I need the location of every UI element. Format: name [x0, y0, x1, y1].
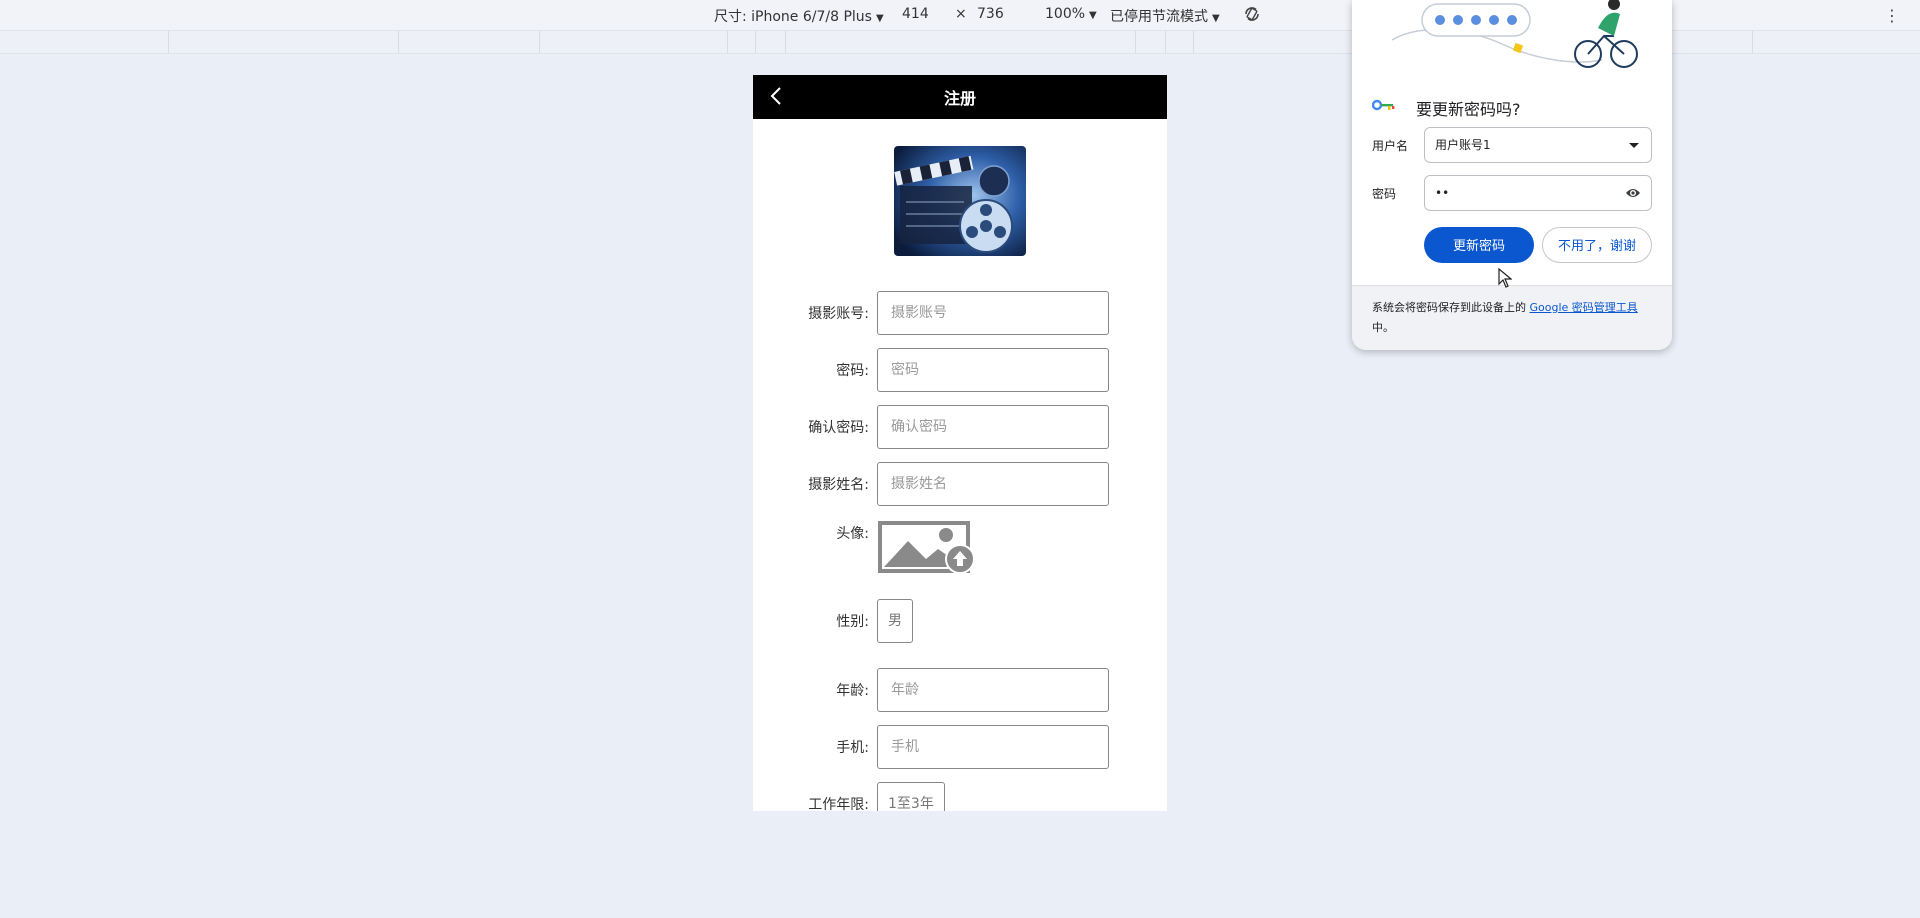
- key-icon: [1372, 99, 1395, 111]
- viewport-height[interactable]: 736: [977, 6, 1004, 22]
- name-label: 摄影姓名:: [808, 477, 869, 493]
- username-value: 用户账号1: [1435, 138, 1491, 152]
- form-row-account: 摄影账号: 摄影账号: [753, 291, 1167, 335]
- gender-label: 性别:: [836, 614, 869, 630]
- chevron-down-icon: ▼: [875, 13, 884, 24]
- form-row-phone: 手机: 手机: [753, 725, 1167, 769]
- eye-icon[interactable]: [1625, 186, 1641, 200]
- ruler-tick: [168, 31, 169, 53]
- password-value: ••: [1435, 186, 1450, 200]
- page-title: 注册: [943, 89, 976, 108]
- username-dropdown[interactable]: 用户账号1: [1424, 127, 1652, 163]
- form-row-work-years: 工作年限: 1至3年: [753, 782, 1167, 811]
- work-years-label: 工作年限:: [808, 797, 869, 811]
- age-input[interactable]: 年龄: [877, 668, 1109, 712]
- form-row-password: 密码: 密码: [753, 348, 1167, 392]
- ruler-tick: [1135, 31, 1136, 53]
- age-label: 年龄:: [836, 683, 869, 699]
- name-input[interactable]: 摄影姓名: [877, 462, 1109, 506]
- phone-input[interactable]: 手机: [877, 725, 1109, 769]
- mobile-viewport: 注册 摄影账号: 摄影账号 密码: 密码 确认密码: 确认密码 摄影姓名: 摄影…: [753, 75, 1167, 811]
- password-field-label: 密码: [1372, 187, 1397, 201]
- form-row-avatar: 头像:: [753, 519, 1167, 579]
- form-row-age: 年龄: 年龄: [753, 668, 1167, 712]
- nav-bar: 注册: [753, 75, 1167, 119]
- ruler-tick: [1165, 31, 1166, 53]
- update-password-button[interactable]: 更新密码: [1424, 227, 1534, 263]
- account-label: 摄影账号:: [808, 306, 869, 322]
- dimension-separator: ×: [955, 6, 967, 22]
- ruler-tick: [398, 31, 399, 53]
- dropdown-caret-icon: [1629, 143, 1639, 148]
- mouse-cursor-icon: [1498, 268, 1512, 288]
- image-upload-icon[interactable]: [878, 519, 976, 575]
- phone-label: 手机:: [836, 740, 869, 756]
- throttle-selector[interactable]: 已停用节流模式 ▼: [1110, 6, 1220, 26]
- chevron-down-icon: ▼: [1089, 10, 1097, 21]
- ruler-tick: [539, 31, 540, 53]
- no-thanks-button[interactable]: 不用了，谢谢: [1542, 227, 1652, 263]
- update-password-dialog: 要更新密码吗? 用户名 用户账号1 密码 •• 更新密码 不用了，谢谢 系统会将…: [1352, 0, 1672, 350]
- form-row-gender: 性别: 男: [753, 599, 1167, 643]
- viewport-width[interactable]: 414: [902, 6, 929, 22]
- work-years-select[interactable]: 1至3年: [877, 782, 945, 811]
- more-options-icon[interactable]: ⋮: [1884, 6, 1900, 25]
- password-label: 密码:: [836, 363, 869, 379]
- confirm-password-label: 确认密码:: [808, 420, 869, 436]
- dialog-footer: 系统会将密码保存到此设备上的 Google 密码管理工具中。: [1352, 285, 1672, 350]
- avatar-label: 头像:: [836, 526, 869, 542]
- gender-select[interactable]: 男: [877, 599, 913, 643]
- rotate-icon[interactable]: [1242, 4, 1262, 24]
- dialog-heading: 要更新密码吗?: [1416, 100, 1521, 119]
- footer-suffix: 中。: [1372, 321, 1394, 334]
- ruler-tick: [1752, 31, 1753, 53]
- password-display-field[interactable]: ••: [1424, 175, 1652, 211]
- ruler-tick: [727, 31, 728, 53]
- ruler-tick: [1193, 31, 1194, 53]
- password-input[interactable]: 密码: [877, 348, 1109, 392]
- confirm-password-input[interactable]: 确认密码: [877, 405, 1109, 449]
- form-row-confirm-password: 确认密码: 确认密码: [753, 405, 1167, 449]
- ruler-tick: [785, 31, 786, 53]
- film-clapper-image: [894, 146, 1026, 256]
- footer-text: 系统会将密码保存到此设备上的: [1372, 301, 1526, 314]
- password-manager-link[interactable]: Google 密码管理工具: [1530, 301, 1638, 314]
- chevron-down-icon: ▼: [1212, 13, 1220, 24]
- password-illustration: [1391, 0, 1638, 68]
- username-label: 用户名: [1372, 139, 1409, 153]
- device-selector[interactable]: 尺寸: iPhone 6/7/8 Plus ▼: [714, 6, 884, 26]
- ruler-tick: [755, 31, 756, 53]
- form-row-name: 摄影姓名: 摄影姓名: [753, 462, 1167, 506]
- account-input[interactable]: 摄影账号: [877, 291, 1109, 335]
- back-arrow-icon[interactable]: [765, 84, 789, 108]
- zoom-selector[interactable]: 100% ▼: [1045, 6, 1097, 22]
